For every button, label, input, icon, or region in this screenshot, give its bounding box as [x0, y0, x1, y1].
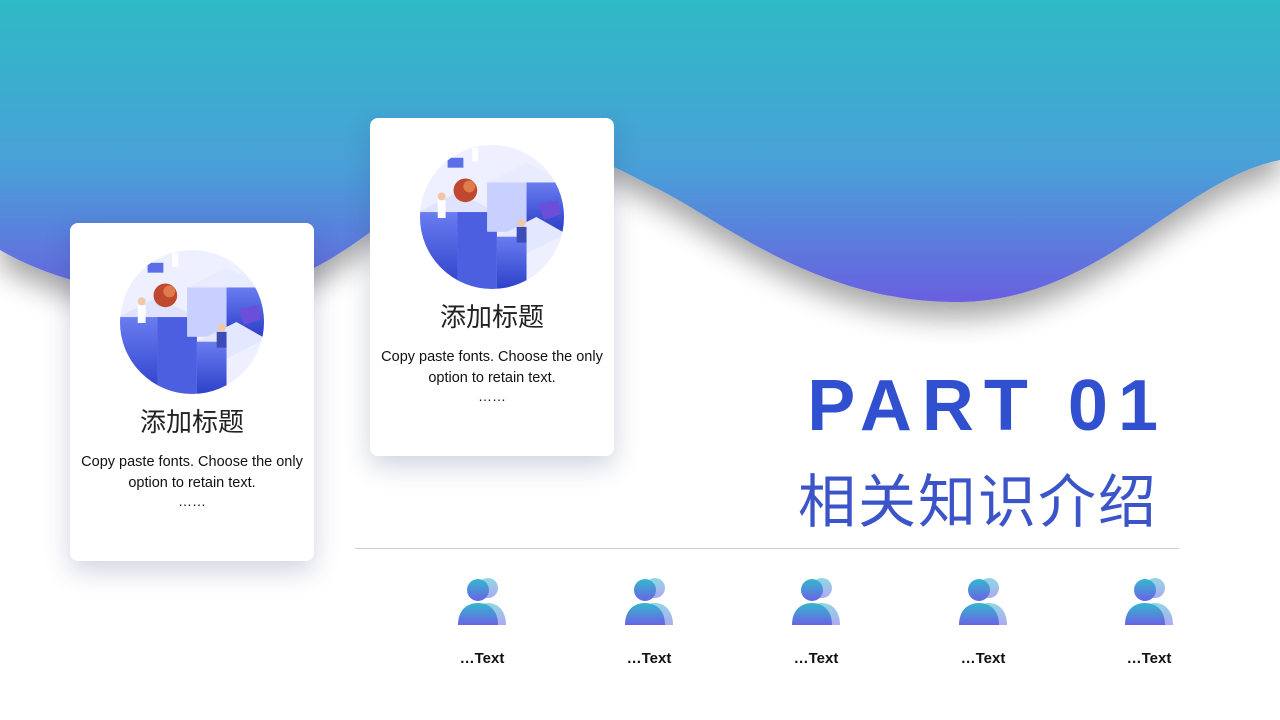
people-item-3: …Text	[766, 575, 866, 668]
people-icon-row: …Text …Text …Text …Text …Text	[0, 575, 1280, 685]
card-ellipsis: ……	[178, 493, 206, 509]
people-group-icon	[1125, 578, 1173, 625]
card-description: Copy paste fonts. Choose the only option…	[381, 349, 603, 386]
card-title: 添加标题	[439, 303, 544, 333]
people-item-5: …Text	[1099, 575, 1199, 668]
card-title: 添加标题	[139, 408, 244, 438]
people-item-4: …Text	[933, 575, 1033, 668]
people-label: …Text	[459, 650, 505, 667]
people-label: …Text	[793, 650, 839, 667]
people-group-icon	[792, 578, 840, 625]
divider-line	[355, 548, 1179, 549]
people-group-icon	[625, 578, 673, 625]
people-group-icon	[959, 578, 1007, 625]
part-number-title: PART 01	[807, 366, 1168, 446]
feature-card-2: 添加标题 Copy paste fonts. Choose the only o…	[370, 118, 614, 456]
feature-card-1: 添加标题 Copy paste fonts. Choose the only o…	[70, 223, 314, 561]
card-ellipsis: ……	[478, 388, 506, 404]
isometric-medical-illustration-icon	[119, 249, 265, 395]
people-label: …Text	[626, 650, 672, 667]
card-description: Copy paste fonts. Choose the only option…	[81, 454, 303, 491]
people-item-1: …Text	[432, 575, 532, 668]
people-group-icon	[458, 578, 506, 625]
people-item-2: …Text	[599, 575, 699, 668]
isometric-medical-illustration-icon	[419, 144, 565, 290]
people-label: …Text	[1126, 650, 1172, 667]
section-subtitle: 相关知识介绍	[797, 468, 1158, 536]
people-label: …Text	[960, 650, 1006, 667]
